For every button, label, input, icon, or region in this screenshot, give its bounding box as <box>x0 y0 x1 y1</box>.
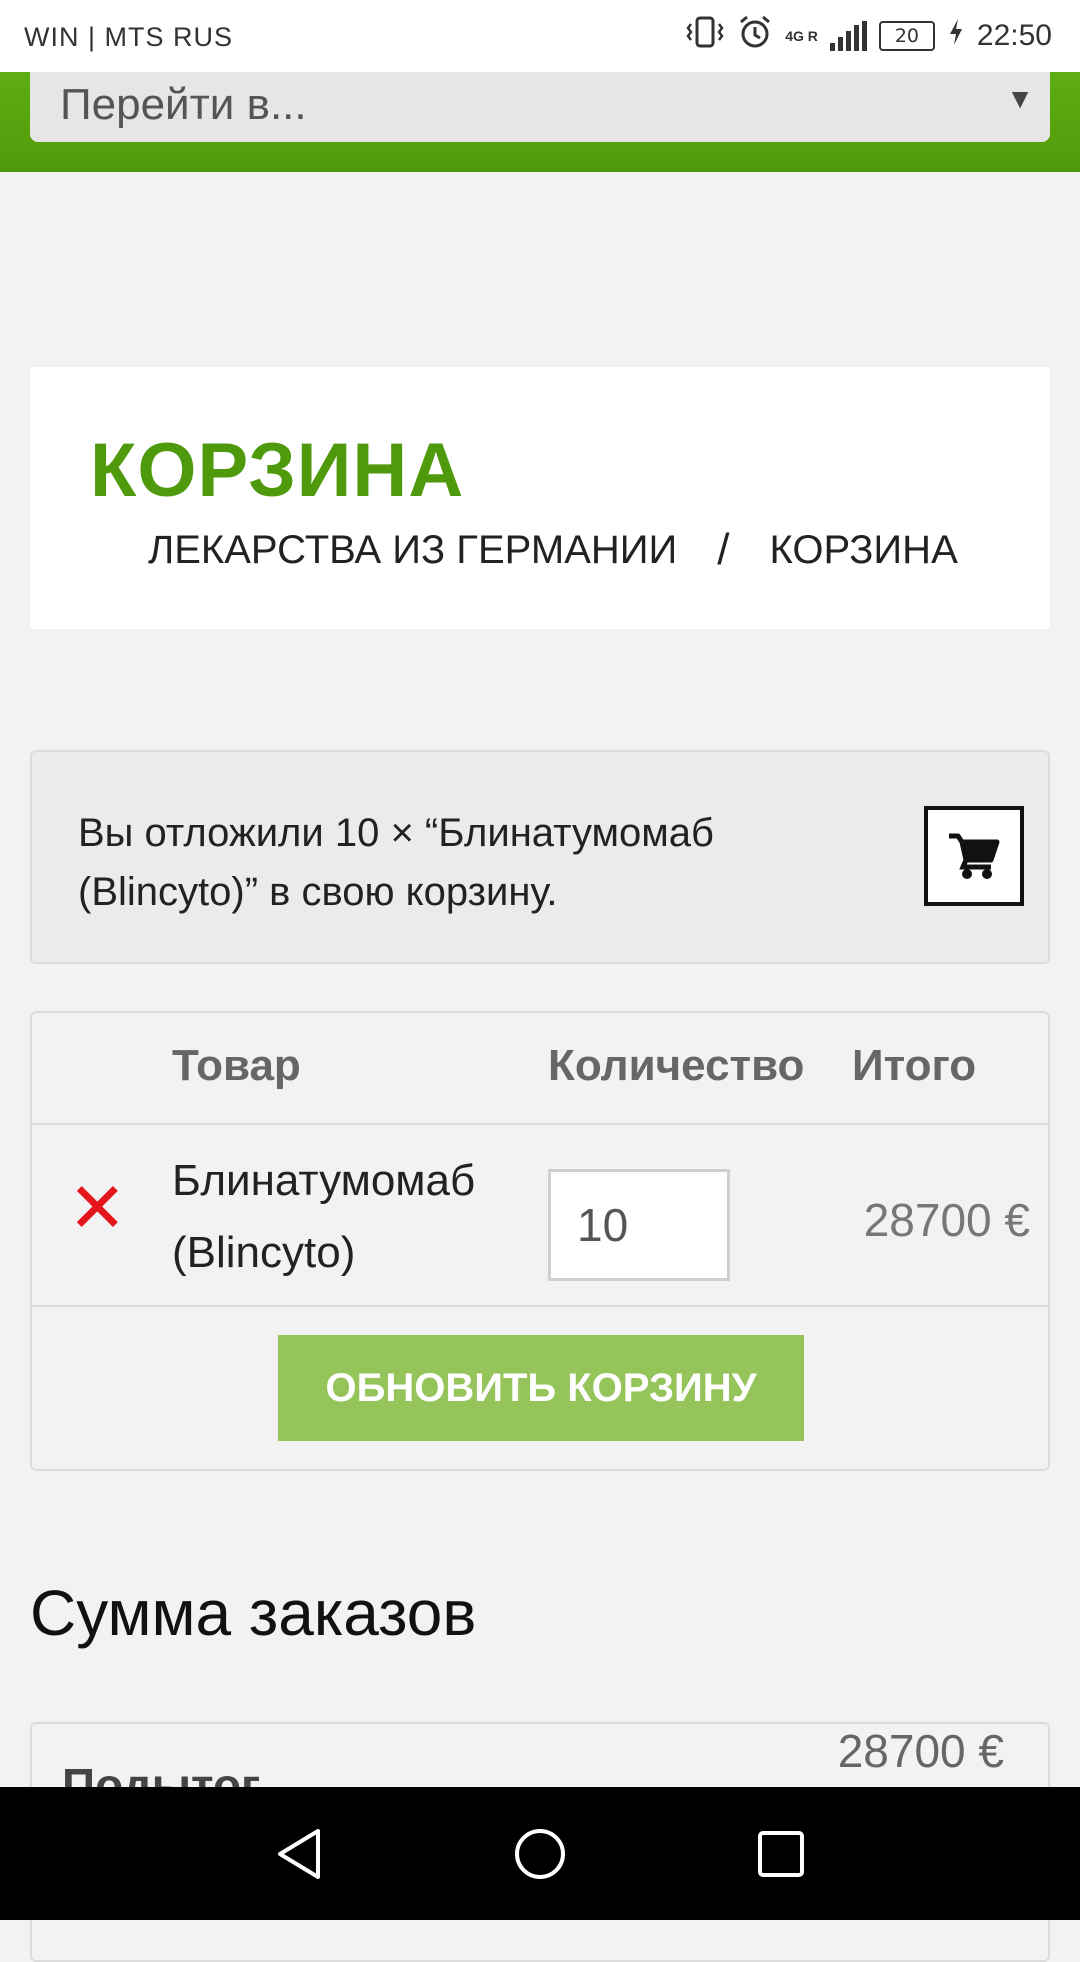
column-header-product: Товар <box>172 1041 301 1090</box>
goto-dropdown[interactable]: Перейти в... ▼ <box>30 72 1050 142</box>
chevron-down-icon: ▼ <box>1006 83 1034 114</box>
signal-icon <box>829 21 867 51</box>
breadcrumb-current: КОРЗИНА <box>769 527 958 572</box>
home-icon[interactable] <box>513 1827 567 1886</box>
goto-dropdown-placeholder: Перейти в... <box>60 80 307 129</box>
breadcrumb-link-medicines[interactable]: ЛЕКАРСТВА ИЗ ГЕРМАНИИ <box>148 528 677 573</box>
added-to-cart-notice: Вы отложили 10 × “Блинатумомаб (Blincyto… <box>30 750 1050 964</box>
breadcrumb-separator: / <box>717 525 730 574</box>
update-cart-button[interactable]: ОБНОВИТЬ КОРЗИНУ <box>278 1335 804 1441</box>
recents-icon[interactable] <box>757 1827 805 1886</box>
quantity-input[interactable] <box>548 1169 730 1281</box>
status-bar: WIN | MTS RUS 4G R 20 22:50 <box>0 0 1080 72</box>
column-header-quantity: Количество <box>548 1041 805 1090</box>
product-name-line-1: Блинатумомаб <box>172 1156 476 1205</box>
line-total: 28700 € <box>863 1194 1030 1246</box>
status-icons: 4G R 20 22:50 <box>685 14 1052 58</box>
product-name-link[interactable]: Блинатумомаб (Blincyto) <box>172 1145 532 1289</box>
notice-line-1: Вы отложили 10 × “Блинатумомаб <box>78 811 714 855</box>
cart-table-header: Товар Количество Итого <box>32 1013 1048 1125</box>
back-icon[interactable] <box>274 1827 324 1886</box>
cart-table: Товар Количество Итого ✕ Блинатумомаб (B… <box>30 1011 1050 1471</box>
title-card: КОРЗИНА ЛЕКАРСТВА ИЗ ГЕРМАНИИ / КОРЗИНА <box>30 367 1050 629</box>
remove-item-button[interactable]: ✕ <box>68 1173 127 1243</box>
view-cart-button[interactable] <box>924 806 1024 906</box>
network-type: 4G R <box>785 28 818 44</box>
alarm-icon <box>737 15 773 57</box>
breadcrumb: ЛЕКАРСТВА ИЗ ГЕРМАНИИ / КОРЗИНА <box>148 525 958 575</box>
notice-line-2: (Blincyto)” в свою корзину. <box>78 870 558 914</box>
notice-message: Вы отложили 10 × “Блинатумомаб (Blincyto… <box>78 804 818 922</box>
cart-totals-heading: Сумма заказов <box>30 1577 477 1649</box>
cart-icon <box>949 833 1000 879</box>
page-title: КОРЗИНА <box>90 428 465 513</box>
product-name-line-2: (Blincyto) <box>172 1228 356 1277</box>
table-row: ✕ Блинатумомаб (Blincyto) 28700 € <box>32 1123 1048 1307</box>
column-header-total: Итого <box>852 1041 977 1090</box>
vibrate-icon <box>685 15 725 57</box>
subtotal-value: 28700 € <box>837 1725 1004 1777</box>
carrier-label: WIN | MTS RUS <box>24 22 234 52</box>
system-nav-bar <box>0 1787 1080 1920</box>
battery-icon: 20 <box>878 21 935 51</box>
clock: 22:50 <box>976 19 1052 52</box>
charging-icon <box>947 17 965 55</box>
